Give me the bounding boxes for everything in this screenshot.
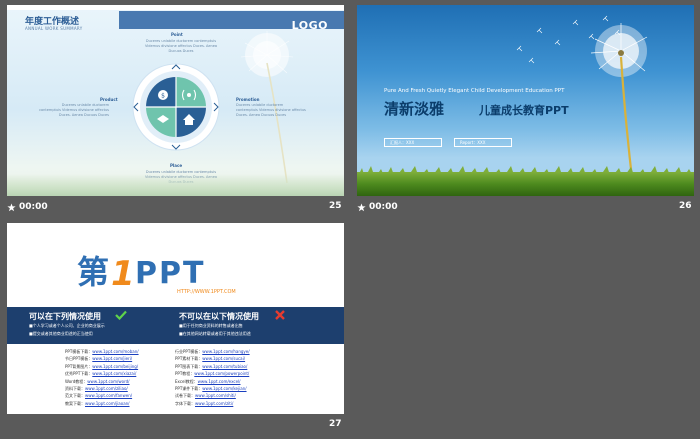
slide-thumbnail-25[interactable]: LOGO 年度工作概述 ANNUAL WORK SUMMARY Point Du… (7, 5, 344, 196)
svg-text:$: $ (161, 93, 165, 100)
link-row: 试卷下载：www.1ppt.com/shiti/ (175, 393, 236, 399)
link-url[interactable]: www.1ppt.com/kejian/ (202, 386, 246, 391)
link-url[interactable]: www.1ppt.com/word/ (87, 379, 129, 384)
link-row: PPT课件下载：www.1ppt.com/kejian/ (175, 386, 247, 392)
link-label: 教案下载： (65, 400, 85, 406)
transition-star-icon (357, 202, 366, 211)
usage-band: 可以在下列情况使用 ■个人学习或者个人公司、企业的商业展示 ■提交或者其他商业用… (7, 307, 344, 344)
forbidden-line-1: ■用于任何商业资料的转售或者出售 (179, 323, 243, 328)
link-row: 优秀PPT下载：www.1ppt.com/xiazai/ (65, 371, 136, 377)
allowed-heading: 可以在下列情况使用 (29, 312, 101, 321)
english-subtitle: Pure And Fresh Quietly Elegant Child Dev… (384, 88, 565, 94)
link-url[interactable]: www.1ppt.com/hangye/ (202, 349, 249, 354)
link-row: 字体下载：www.1ppt.com/ziti/ (175, 401, 233, 407)
presenter-button: 汇报人：XXX (384, 138, 442, 147)
link-label: 范文下载： (65, 393, 85, 399)
slide-thumbnail-27[interactable]: 第 1 PPT HTTP://WWW.1PPT.COM 可以在下列情况使用 ■个… (7, 223, 344, 414)
slide-subtitle: ANNUAL WORK SUMMARY (25, 26, 83, 31)
grass-field-decoration (357, 172, 694, 196)
forbidden-line-2: ■在其他网站转载或者用于其他违法用途 (179, 331, 251, 336)
money-bag-icon: $ (158, 90, 168, 100)
link-row: Word教程：www.1ppt.com/word/ (65, 379, 130, 385)
brand-char-ppt: PPT (135, 256, 205, 291)
link-url[interactable]: www.1ppt.com/powerpoint/ (194, 371, 249, 376)
desc-point: Duceres unlabile ductorem contemptuis Vi… (144, 39, 218, 53)
link-row: PPT模板下载：www.1ppt.com/moban/ (65, 349, 139, 355)
grass-decoration (7, 174, 344, 196)
link-label: Word教程： (65, 378, 88, 384)
forbidden-heading: 不可以在以下情况使用 (179, 312, 259, 321)
slide-number: 27 (329, 419, 342, 429)
link-label: 字体下载： (175, 400, 195, 406)
link-url[interactable]: www.1ppt.com/excel/ (198, 379, 241, 384)
check-icon (115, 310, 127, 320)
link-row: PPT图表下载：www.1ppt.com/tubiao/ (175, 364, 247, 370)
link-row: 行业PPT模板：www.1ppt.com/hangye/ (175, 349, 250, 355)
slide-thumbnail-26[interactable]: Pure And Fresh Quietly Elegant Child Dev… (357, 5, 694, 196)
desc-promotion: Duceres unlabile ductorem contemptuis Vi… (236, 103, 306, 117)
slide-meta-26: 00:00 (357, 200, 398, 214)
link-url[interactable]: www.1ppt.com/jiaoan/ (85, 401, 130, 406)
link-url[interactable]: www.1ppt.com/shiti/ (195, 393, 236, 398)
desc-product: Duceres unlabile ductorem contemptuis Vi… (39, 103, 109, 117)
allowed-line-2: ■提交或者其他商业用途的正当使用 (29, 331, 93, 336)
link-label: PPT背景图片： (65, 363, 93, 369)
link-row: PPT素材下载：www.1ppt.com/sucai/ (175, 356, 245, 362)
slide-number: 25 (329, 201, 342, 211)
link-url[interactable]: www.1ppt.com/beijing/ (92, 364, 138, 369)
link-url[interactable]: www.1ppt.com/fanwen/ (85, 393, 132, 398)
label-product: Product (100, 97, 118, 102)
link-label: PPT课件下载： (175, 386, 203, 391)
link-label: 优秀PPT下载： (65, 371, 93, 377)
link-url[interactable]: www.1ppt.com/jieri/ (92, 356, 132, 361)
link-label: PPT图表下载： (175, 363, 203, 369)
brand-char-di: 第 (77, 253, 109, 291)
dandelion-decoration (590, 23, 648, 188)
slide-meta-25: 00:00 (7, 200, 48, 214)
label-place: Place (170, 163, 183, 168)
brand-char-one: 1 (111, 254, 135, 294)
label-promotion: Promotion (236, 97, 260, 102)
link-row: 资料下载：www.1ppt.com/ziliao/ (65, 386, 128, 392)
link-label: 试卷下载： (175, 393, 195, 399)
transition-star-icon (7, 202, 16, 211)
link-label: 节日PPT模板： (65, 356, 93, 362)
chinese-title-secondary: 儿童成长教育PPT (479, 104, 569, 117)
link-label: Excel教程： (175, 378, 198, 384)
cross-icon (275, 310, 285, 320)
link-url[interactable]: www.1ppt.com/ziti/ (195, 401, 233, 406)
slide-time: 00:00 (369, 202, 398, 212)
link-url[interactable]: www.1ppt.com/xiazai/ (92, 371, 136, 376)
link-url[interactable]: www.1ppt.com/moban/ (92, 349, 138, 354)
slide-top-strip (7, 5, 344, 10)
link-label: 行业PPT模板： (175, 349, 203, 354)
link-label: PPT教程： (175, 371, 195, 377)
allowed-line-1: ■个人学习或者个人公司、企业的商业展示 (29, 323, 105, 328)
link-row: PPT教程：www.1ppt.com/powerpoint/ (175, 371, 249, 377)
link-label: 资料下载： (65, 386, 85, 391)
slide-number: 26 (679, 201, 692, 211)
link-row: 教案下载：www.1ppt.com/jiaoan/ (65, 401, 130, 407)
link-url[interactable]: www.1ppt.com/ziliao/ (85, 386, 128, 391)
link-label: PPT素材下载： (175, 356, 203, 362)
report-button: Report：XXX (454, 138, 512, 147)
four-quadrant-diagram: $ (132, 63, 220, 151)
label-point: Point (171, 32, 183, 37)
link-label: PPT模板下载： (65, 349, 93, 354)
link-url[interactable]: www.1ppt.com/tubiao/ (202, 364, 247, 369)
link-row: 节日PPT模板：www.1ppt.com/jieri/ (65, 356, 132, 362)
link-row: Excel教程：www.1ppt.com/excel/ (175, 379, 241, 385)
link-row: 范文下载：www.1ppt.com/fanwen/ (65, 393, 132, 399)
chinese-title-main: 清新淡雅 (384, 100, 445, 118)
brand-logo: 第 1 PPT HTTP://WWW.1PPT.COM (77, 253, 236, 295)
slide-time: 00:00 (19, 202, 48, 212)
brand-url: HTTP://WWW.1PPT.COM (177, 289, 236, 295)
link-url[interactable]: www.1ppt.com/sucai/ (202, 356, 245, 361)
link-row: PPT背景图片：www.1ppt.com/beijing/ (65, 364, 138, 370)
